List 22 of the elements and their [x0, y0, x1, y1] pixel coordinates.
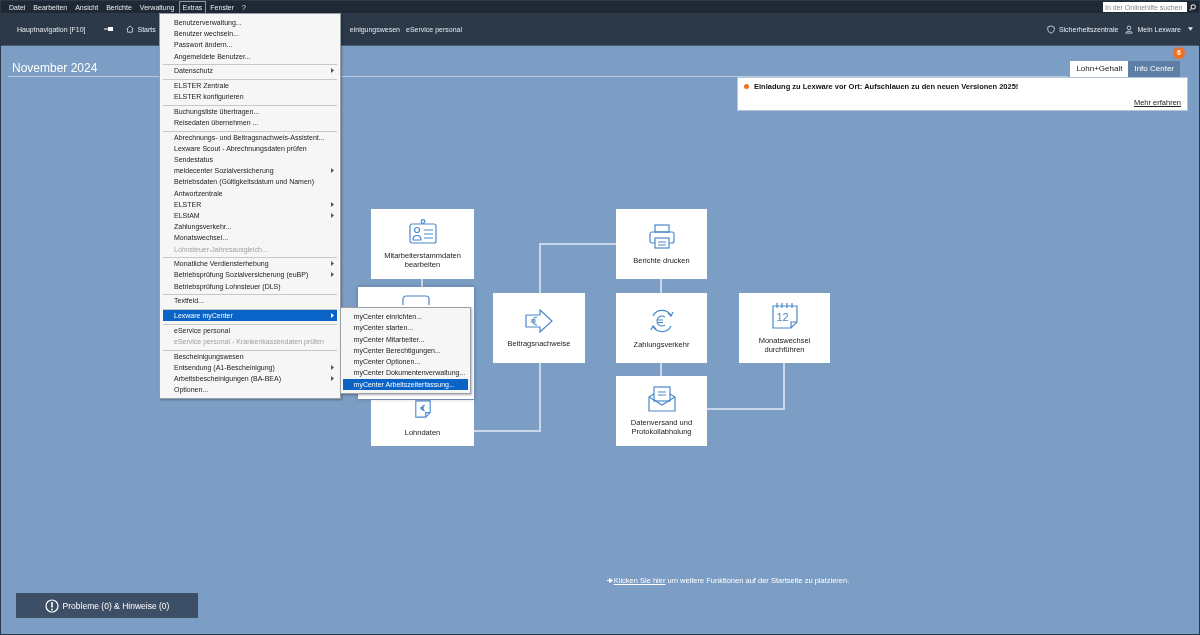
shield-icon	[1046, 24, 1055, 34]
home-icon[interactable]	[125, 25, 134, 33]
connector-line	[421, 278, 423, 288]
status-dot-icon	[744, 84, 749, 89]
box-icon	[402, 295, 430, 305]
connector-line	[660, 362, 662, 377]
problems-button[interactable]: Probleme (0) & Hinweise (0)	[16, 593, 198, 618]
caret-icon[interactable]	[1188, 27, 1193, 31]
id-card-icon	[407, 219, 438, 245]
tab[interactable]: Lohn+Gehalt	[1070, 61, 1129, 77]
search-icon[interactable]	[1189, 3, 1196, 11]
page-title: November 2024	[12, 61, 98, 75]
document-icon	[412, 400, 433, 418]
warning-icon	[44, 598, 59, 613]
euro-arrow-icon	[525, 308, 553, 333]
connector-line	[660, 278, 662, 294]
envelope-icon	[647, 386, 676, 412]
user-icon	[1125, 24, 1134, 34]
arrow-icon	[606, 578, 613, 583]
printer-icon	[647, 223, 676, 250]
connector-line	[473, 362, 541, 432]
pin-icon[interactable]	[103, 26, 114, 32]
